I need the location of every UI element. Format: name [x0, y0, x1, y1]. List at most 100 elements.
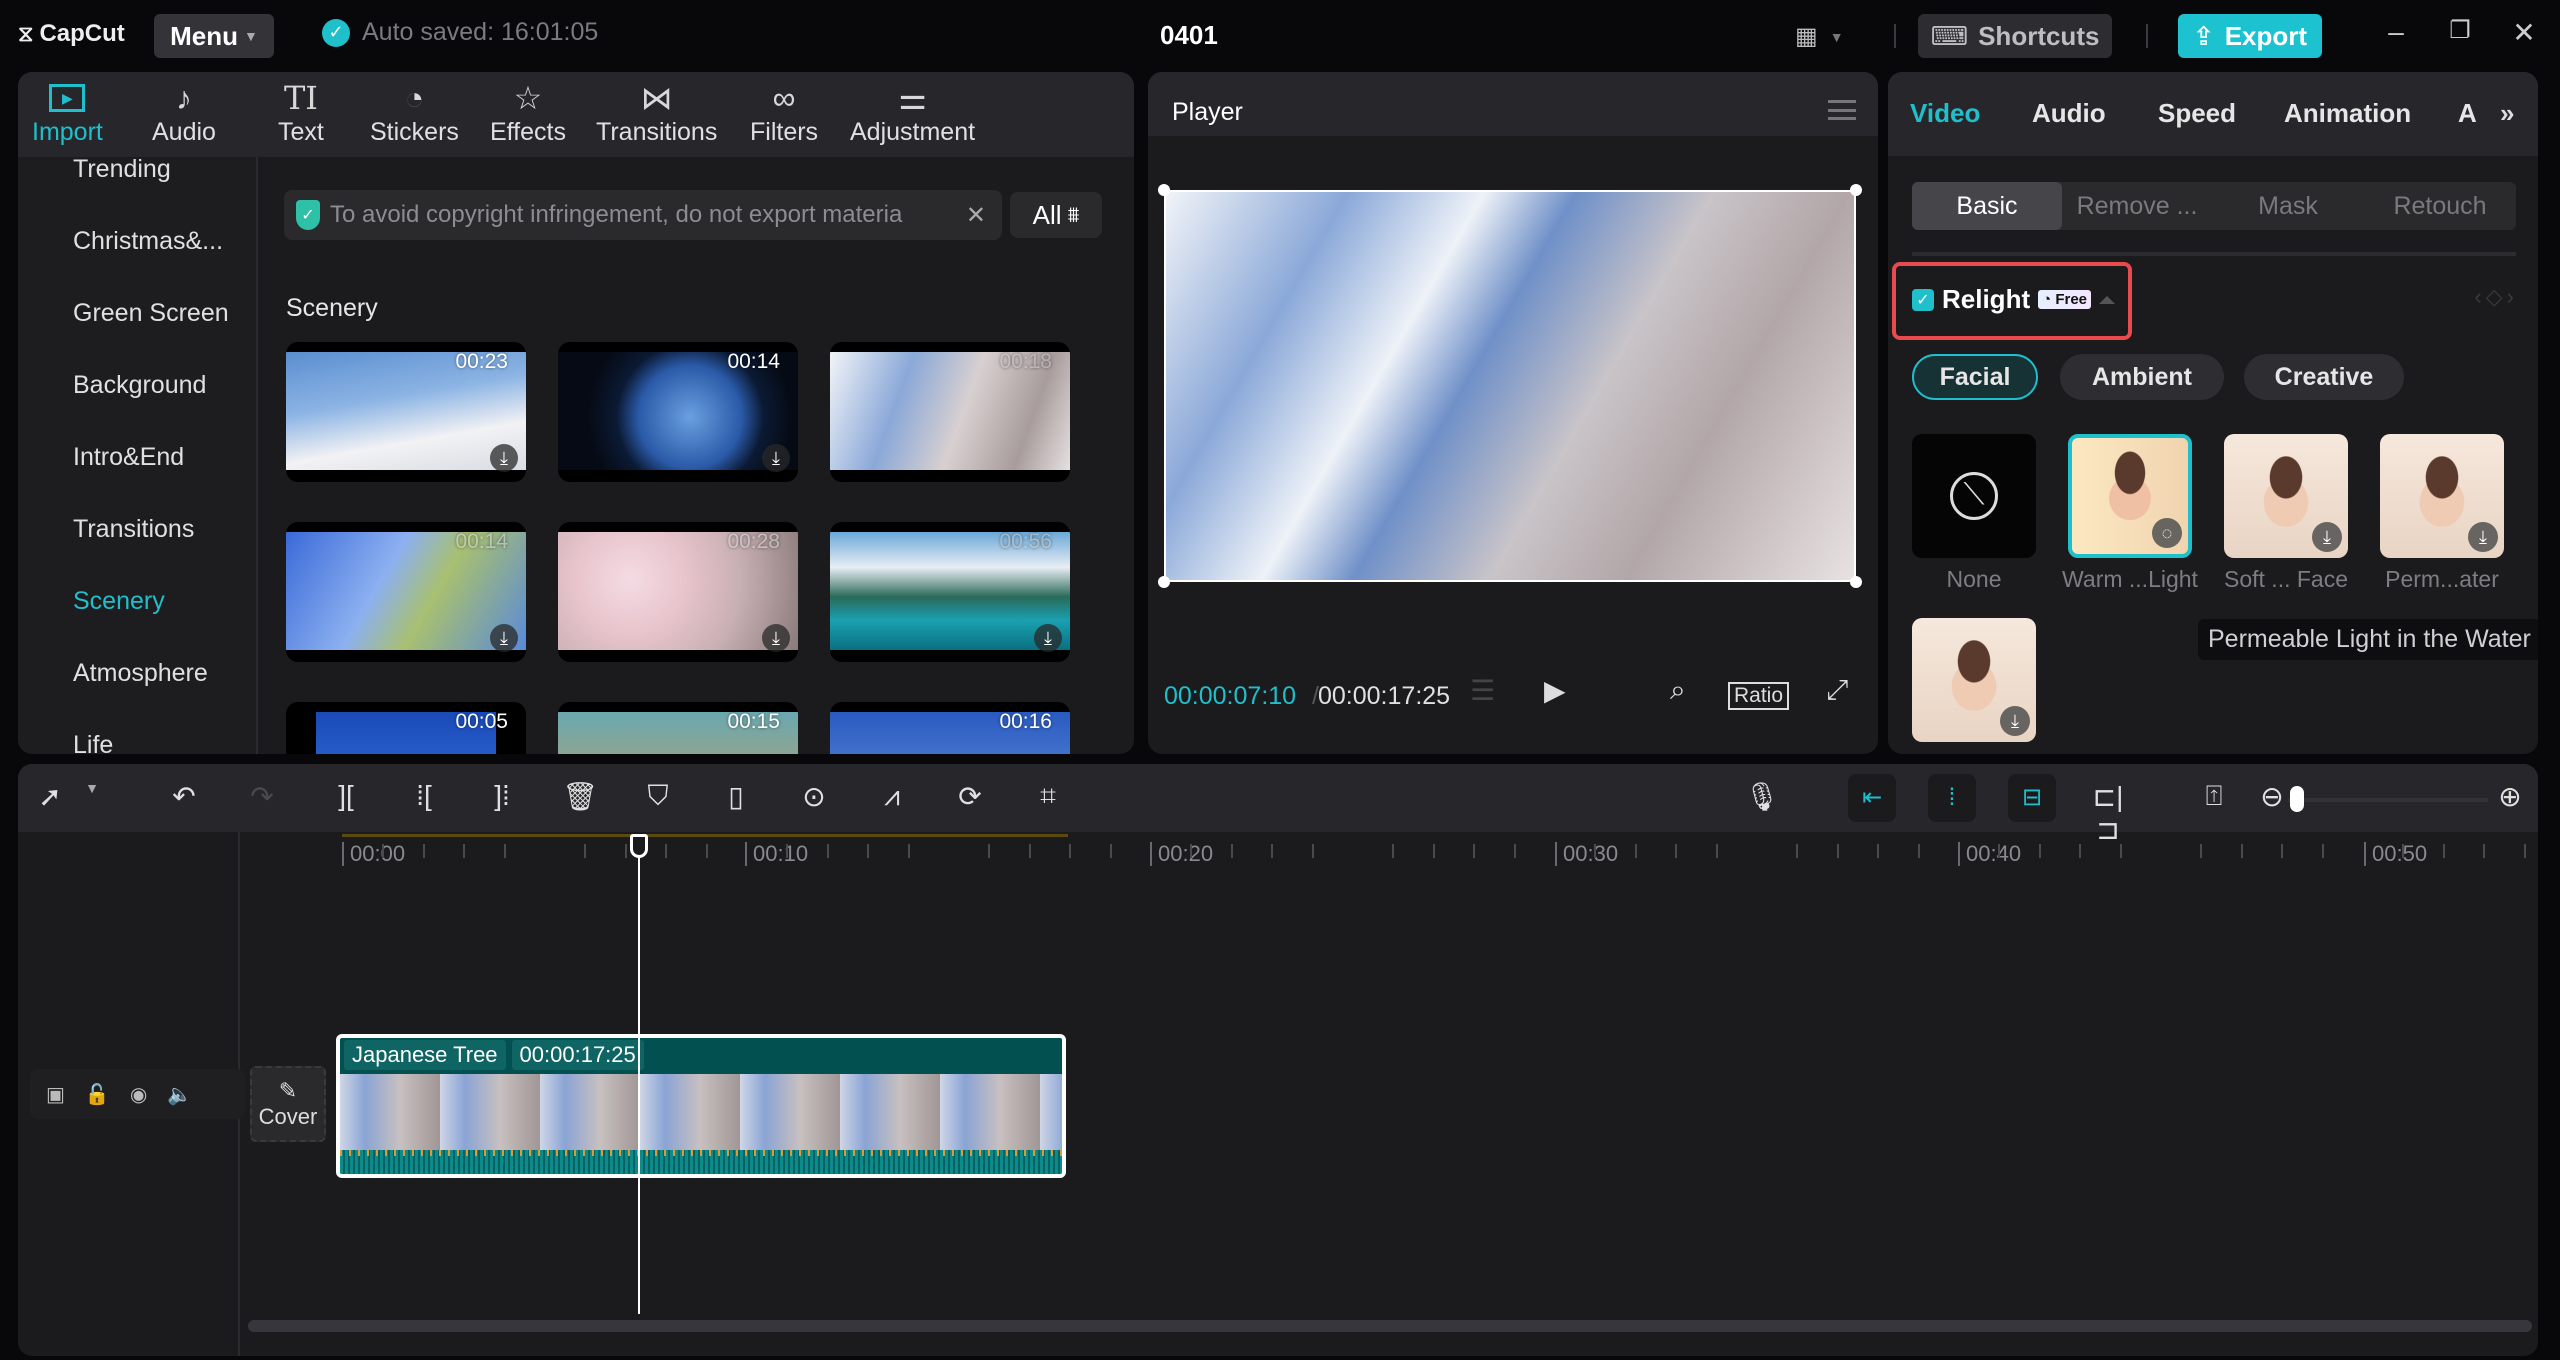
category-item-scenery[interactable]: Scenery [73, 587, 165, 616]
lock-icon[interactable]: 🔓 [85, 1082, 110, 1107]
download-icon[interactable]: ⤓ [2000, 706, 2030, 736]
zoom-to-fit-icon[interactable]: ⍐ [2196, 780, 2232, 813]
category-item[interactable]: Christmas&... [73, 227, 223, 256]
mode-ambient[interactable]: Ambient [2060, 354, 2224, 400]
preset-soft-face[interactable]: ⤓ [2224, 434, 2348, 558]
preset-5[interactable]: ⤓ [1912, 618, 2036, 742]
play-icon[interactable]: ▶ [1544, 674, 1566, 707]
media-thumbnail[interactable]: 00:56 ⤓ [830, 522, 1070, 662]
checkbox-checked-icon[interactable]: ✓ [1912, 288, 1934, 311]
tool-effects[interactable]: ☆ Effects [490, 78, 566, 147]
shortcuts-button[interactable]: ⌨ Shortcuts [1918, 14, 2112, 58]
select-cursor-icon[interactable]: ➚ [32, 780, 68, 813]
media-thumbnail[interactable]: 00:18 [830, 342, 1070, 482]
tool-audio[interactable]: ♪ Audio [152, 78, 216, 147]
rotate-icon[interactable]: ⟳ [952, 780, 988, 813]
export-button[interactable]: ⇪ Export [2178, 14, 2322, 58]
category-item[interactable]: Trending [73, 155, 171, 184]
crop-icon[interactable]: ⌗ [1030, 780, 1066, 813]
category-item[interactable]: Atmosphere [73, 659, 208, 688]
split-icon[interactable]: ][ [328, 780, 364, 812]
delete-left-icon[interactable]: ⁞[ [406, 780, 442, 812]
microphone-icon[interactable]: 🎙 [1744, 780, 1780, 813]
redo-icon[interactable]: ↷ [244, 780, 280, 813]
freeze-icon[interactable]: ▯ [718, 780, 754, 813]
preset-none[interactable]: ⟍ [1912, 434, 2036, 558]
keyframe-nav-icon[interactable]: ‹◇› [2474, 284, 2518, 310]
undo-icon[interactable]: ↶ [166, 780, 202, 813]
preset-permeable-water[interactable]: ⤓ [2380, 434, 2504, 558]
resize-handle[interactable] [1850, 576, 1862, 588]
fullscreen-icon[interactable]: ⤢ [1826, 674, 1848, 707]
track-video-icon[interactable]: ▣ [46, 1082, 65, 1107]
subtab-remove[interactable]: Remove ... [2062, 182, 2212, 230]
resize-handle[interactable] [1158, 576, 1170, 588]
restore-button[interactable]: ❐ [2440, 16, 2480, 45]
download-icon[interactable]: ⤓ [490, 624, 518, 652]
tab-video[interactable]: Video [1910, 98, 1980, 129]
media-thumbnail[interactable]: 00:05 [286, 702, 526, 754]
media-thumbnail[interactable]: 00:14 ⤓ [558, 342, 798, 482]
playhead-handle[interactable] [630, 834, 648, 858]
download-icon[interactable]: ⤓ [2468, 522, 2498, 552]
media-thumbnail[interactable]: 00:16 [830, 702, 1070, 754]
media-thumbnail[interactable]: 00:14 ⤓ [286, 522, 526, 662]
tool-adjustment[interactable]: ⚌ Adjustment [850, 78, 975, 147]
tab-speed[interactable]: Speed [2158, 98, 2236, 129]
collapse-caret-icon[interactable] [2099, 295, 2116, 304]
split-preview-icon[interactable]: ⊏|⊐ [2090, 780, 2126, 846]
mode-creative[interactable]: Creative [2244, 354, 2404, 400]
download-icon[interactable]: ⤓ [762, 444, 790, 472]
main-track-magnet-icon[interactable]: ⇤ [1848, 774, 1896, 822]
tool-import[interactable]: ▶ Import [32, 78, 103, 147]
tab-more[interactable]: A [2458, 98, 2477, 129]
chevron-down-icon[interactable]: ▼ [74, 780, 110, 796]
hamburger-menu-icon[interactable] [1828, 100, 1856, 120]
zoom-out-icon[interactable]: ⊖ [2254, 780, 2290, 813]
category-item[interactable]: Intro&End [73, 443, 184, 472]
delete-right-icon[interactable]: ]⁞ [484, 780, 520, 812]
video-clip[interactable]: Japanese Tree 00:00:17:25 [336, 1034, 1066, 1178]
zoom-in-icon[interactable]: ⊕ [2492, 780, 2528, 813]
tool-text[interactable]: TI Text [278, 78, 324, 147]
category-item[interactable]: Life [73, 731, 113, 754]
relight-toggle[interactable]: ✓ Relight ◔ Free [1912, 284, 2116, 315]
layout-button[interactable]: ▦ ▼ [1795, 22, 1844, 51]
mode-facial[interactable]: Facial [1912, 354, 2038, 400]
minimize-button[interactable]: – [2376, 16, 2416, 48]
video-preview[interactable] [1164, 190, 1856, 582]
eye-icon[interactable]: ◉ [130, 1082, 147, 1107]
timecode-grid-icon[interactable]: ☰ [1470, 674, 1495, 707]
speaker-icon[interactable]: 🔈 [167, 1082, 192, 1107]
download-icon[interactable]: ⤓ [1034, 624, 1062, 652]
auto-snap-icon[interactable]: ⁞ [1928, 774, 1976, 822]
playhead-line[interactable] [638, 834, 640, 1314]
delete-icon[interactable]: 🗑 [562, 780, 598, 813]
download-icon[interactable]: ⤓ [490, 444, 518, 472]
close-notice-icon[interactable]: ✕ [966, 201, 986, 230]
tool-filters[interactable]: ∞ Filters [750, 78, 818, 147]
tool-stickers[interactable]: ◔ Stickers [370, 78, 459, 147]
media-thumbnail[interactable]: 00:15 [558, 702, 798, 754]
category-item[interactable]: Transitions [73, 515, 194, 544]
zoom-slider-handle[interactable] [2290, 786, 2304, 812]
subtab-basic[interactable]: Basic [1912, 182, 2062, 230]
cover-button[interactable]: ✎ Cover [250, 1066, 326, 1142]
zoom-slider-track[interactable] [2288, 798, 2488, 802]
double-chevron-right-icon[interactable]: » [2500, 98, 2514, 129]
resize-handle[interactable] [1850, 184, 1862, 196]
ratio-button[interactable]: Ratio [1728, 682, 1790, 710]
linkage-icon[interactable]: ⊟ [2008, 774, 2056, 822]
filter-button[interactable]: All ⩩ [1010, 192, 1102, 238]
download-icon[interactable]: ⤓ [2312, 522, 2342, 552]
media-thumbnail[interactable]: 00:28 ⤓ [558, 522, 798, 662]
tab-animation[interactable]: Animation [2284, 98, 2411, 129]
category-item[interactable]: Green Screen [73, 299, 229, 328]
horizontal-scrollbar[interactable] [248, 1320, 2532, 1332]
resize-handle[interactable] [1158, 184, 1170, 196]
close-button[interactable]: ✕ [2504, 16, 2544, 49]
category-item[interactable]: Background [73, 371, 206, 400]
reverse-icon[interactable]: ⊙ [796, 780, 832, 813]
zoom-preview-icon[interactable]: ⌕ [1670, 674, 1686, 707]
mirror-icon[interactable]: ⩘ [874, 780, 910, 813]
